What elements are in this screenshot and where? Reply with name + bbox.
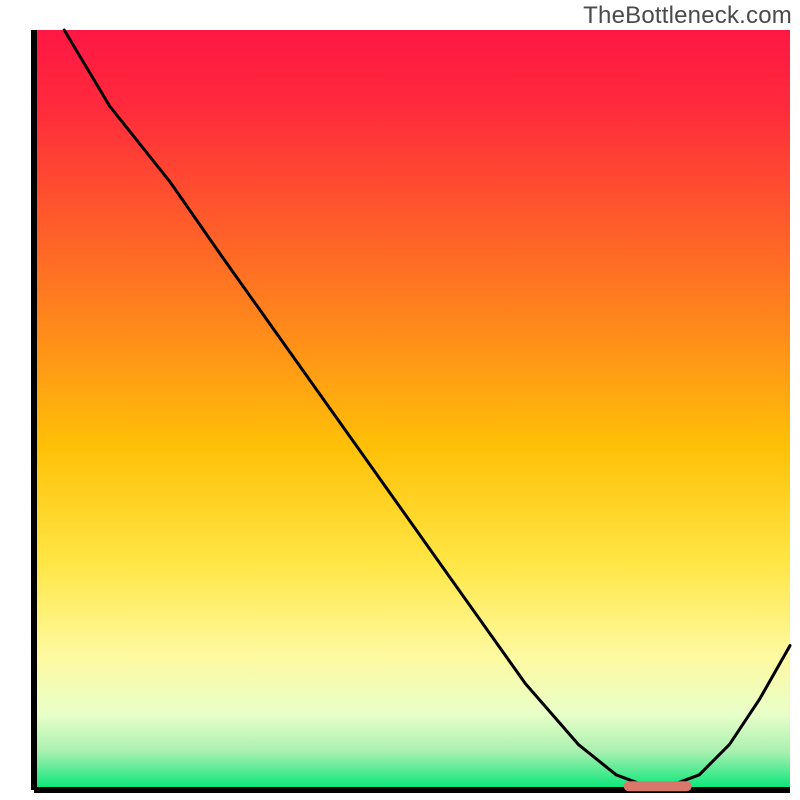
optimal-range-marker xyxy=(624,781,692,791)
gradient-background xyxy=(34,30,790,790)
chart-frame: TheBottleneck.com xyxy=(0,0,800,800)
bottleneck-plot xyxy=(0,0,800,800)
